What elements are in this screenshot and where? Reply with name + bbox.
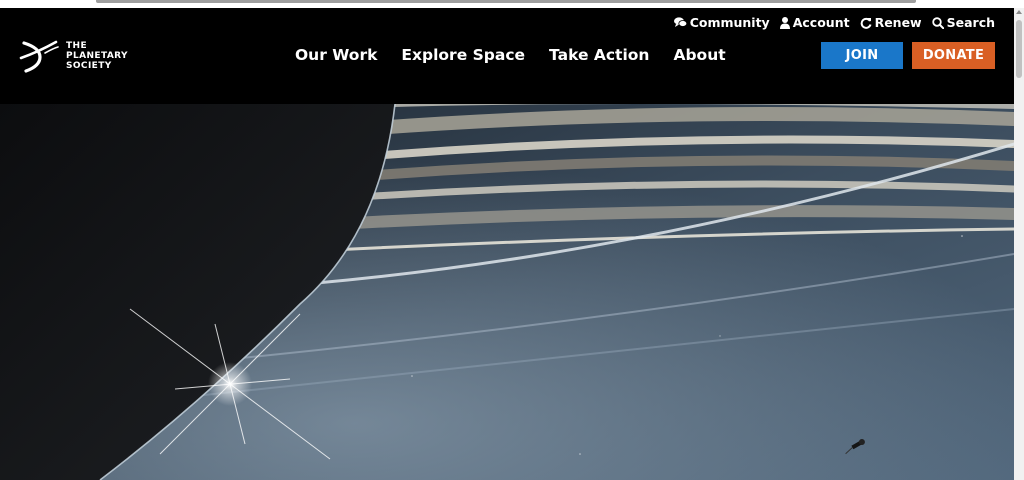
- user-icon: [779, 16, 790, 29]
- search-link[interactable]: Search: [931, 15, 995, 30]
- main-nav: Our Work Explore Space Take Action About: [295, 46, 726, 64]
- account-label: Account: [792, 15, 850, 30]
- utility-nav: Community Account Renew Search: [673, 15, 995, 30]
- nav-our-work[interactable]: Our Work: [295, 46, 377, 64]
- community-link[interactable]: Community: [673, 15, 770, 30]
- join-button[interactable]: JOIN: [821, 42, 903, 69]
- website: THE PLANETARY SOCIETY Community Account: [0, 8, 1014, 480]
- scroll-up-arrow-icon[interactable]: [1016, 10, 1022, 14]
- comments-icon: [673, 17, 687, 27]
- browser-tab-strip: [96, 0, 916, 3]
- search-label: Search: [946, 15, 995, 30]
- saturn-rings-illustration: [0, 104, 1014, 480]
- planetary-society-logo-icon: [19, 40, 59, 73]
- logo-text: THE PLANETARY SOCIETY: [66, 41, 128, 71]
- site-logo[interactable]: THE PLANETARY SOCIETY: [18, 36, 148, 76]
- account-link[interactable]: Account: [779, 15, 850, 30]
- renew-link[interactable]: Renew: [860, 15, 922, 30]
- hero-image: [0, 104, 1014, 480]
- renew-label: Renew: [874, 15, 922, 30]
- refresh-icon: [860, 17, 872, 29]
- nav-take-action[interactable]: Take Action: [549, 46, 649, 64]
- nav-about[interactable]: About: [673, 46, 725, 64]
- donate-button[interactable]: DONATE: [912, 42, 995, 69]
- search-icon: [931, 16, 944, 29]
- scrollbar-thumb[interactable]: [1016, 20, 1022, 78]
- nav-explore-space[interactable]: Explore Space: [401, 46, 525, 64]
- browser-chrome-edge: [0, 0, 1024, 8]
- community-label: Community: [689, 15, 770, 30]
- site-header: THE PLANETARY SOCIETY Community Account: [0, 8, 1014, 104]
- page-scrollbar[interactable]: [1014, 8, 1024, 480]
